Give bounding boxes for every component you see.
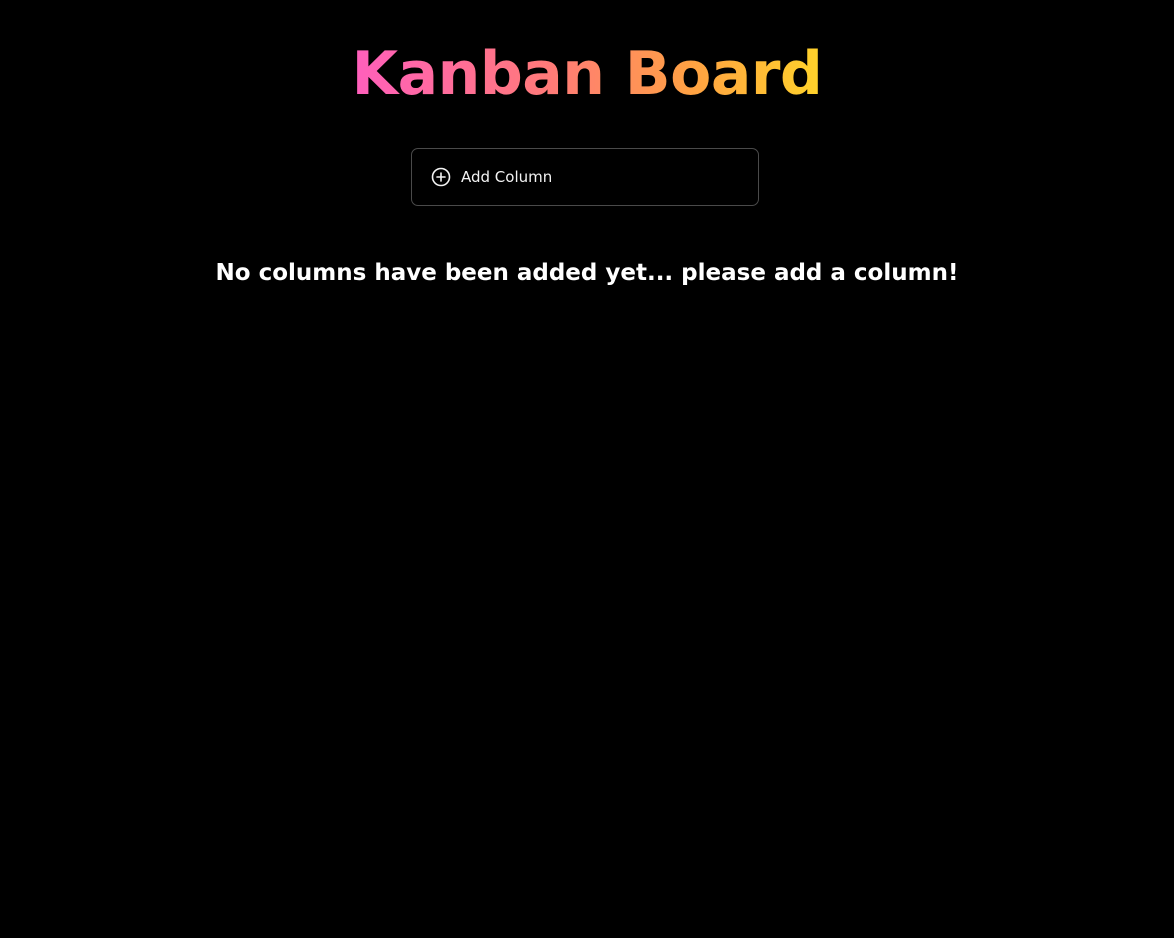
add-column-button[interactable]: Add Column — [411, 148, 759, 206]
page-title-text: Kanban Board — [351, 39, 823, 109]
empty-board-message: No columns have been added yet... please… — [215, 260, 959, 286]
page-title: Kanban Board — [0, 38, 1174, 110]
add-column-label: Add Column — [461, 168, 553, 186]
kanban-page: Kanban Board Add Column No columns have … — [0, 0, 1174, 938]
plus-circle-icon — [431, 167, 451, 187]
